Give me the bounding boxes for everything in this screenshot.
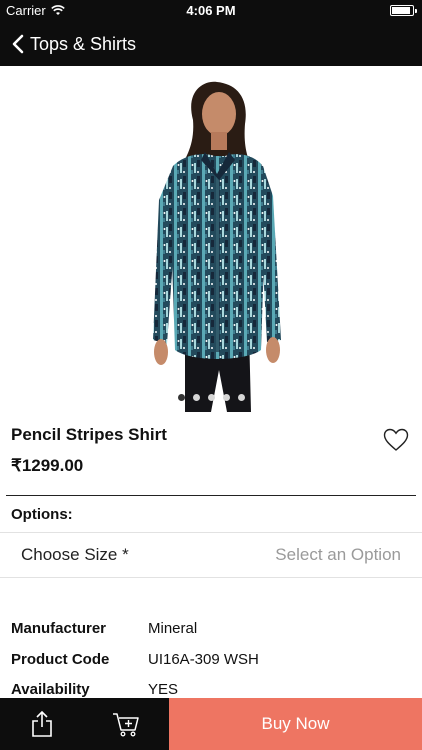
size-selector-label: Choose Size *	[21, 545, 129, 564]
carousel-dot[interactable]	[222, 394, 230, 401]
back-button[interactable]: Tops & Shirts	[0, 34, 136, 55]
carousel-page-indicator[interactable]	[0, 394, 422, 401]
spec-row-product-code: Product Code UI16A-309 WSH	[11, 651, 411, 668]
divider	[0, 577, 422, 578]
buy-now-button[interactable]: Buy Now	[169, 698, 422, 750]
product-photo	[153, 81, 281, 412]
add-to-cart-icon	[113, 713, 139, 737]
spec-key: Manufacturer	[11, 620, 107, 637]
carousel-dot[interactable]	[192, 394, 200, 401]
spec-row-availability: Availability YES	[11, 681, 411, 698]
navigation-bar: Tops & Shirts	[0, 22, 422, 66]
spec-key: Availability	[11, 681, 90, 698]
size-selector[interactable]: Choose Size * Select an Option	[0, 533, 422, 577]
bottom-bar-icons	[0, 698, 169, 750]
chevron-left-icon	[12, 34, 24, 54]
clock: 4:06 PM	[186, 3, 236, 18]
nav-title: Tops & Shirts	[30, 33, 137, 54]
spec-value: Mineral	[148, 620, 198, 637]
product-image-carousel[interactable]	[0, 66, 422, 416]
spec-value: YES	[148, 681, 179, 698]
bottom-action-bar: Buy Now	[0, 698, 422, 750]
status-bar: Carrier 4:06 PM	[0, 0, 422, 22]
product-price: ₹1299.00	[11, 456, 84, 475]
product-name: Pencil Stripes Shirt	[11, 425, 167, 444]
share-icon	[32, 710, 52, 737]
share-button[interactable]	[31, 710, 53, 743]
options-heading: Options:	[11, 506, 73, 523]
carousel-dot[interactable]	[207, 394, 215, 401]
spec-value: UI16A-309 WSH	[148, 651, 259, 668]
carousel-dot[interactable]	[237, 394, 245, 401]
wishlist-button[interactable]	[383, 428, 409, 457]
spec-key: Product Code	[11, 651, 110, 668]
spec-row-manufacturer: Manufacturer Mineral	[11, 620, 411, 637]
divider	[6, 495, 416, 496]
heart-icon	[383, 428, 409, 451]
battery-icon	[390, 5, 417, 16]
size-selector-value: Select an Option	[275, 545, 401, 564]
add-to-cart-button[interactable]	[112, 710, 140, 743]
carousel-dot[interactable]	[177, 394, 185, 401]
